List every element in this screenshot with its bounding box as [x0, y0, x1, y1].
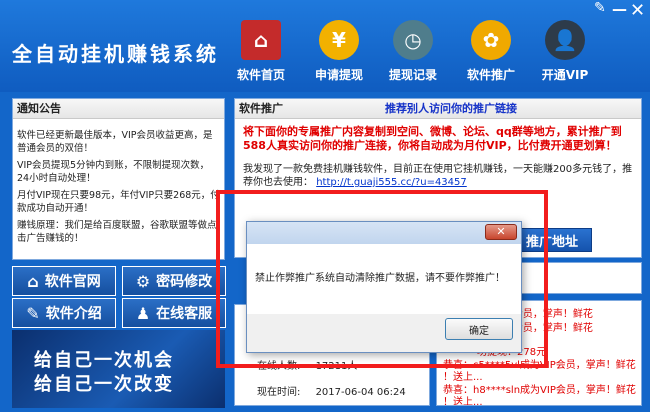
dialog-message: 禁止作弊推广系统自动清除推广数据，请不要作弊推广！ [247, 244, 521, 314]
promo-link[interactable]: http://t.guaji555.cc/?u=43457 [316, 177, 467, 188]
warning-dialog: ✕ 禁止作弊推广系统自动清除推广数据，请不要作弊推广！ 确定 [246, 221, 522, 353]
time-value: 2017-06-04 06:24 [315, 387, 406, 398]
time-label: 现在时间: [257, 387, 301, 398]
current-time-row: 现在时间: 2017-06-04 06:24 [257, 383, 406, 398]
title-bar: 全自动挂机赚钱系统 ✎ — ✕ ⌂ 软件首页 ¥ 申请提现 ◷ 提现记录 ✿ 软… [0, 0, 650, 92]
dialog-title-bar: ✕ [247, 222, 521, 244]
nav-vip-label: 开通VIP [541, 68, 589, 82]
nav-home[interactable]: ⌂ 软件首页 [228, 20, 294, 83]
house-icon: ⌂ [27, 271, 39, 291]
nav-withdraw[interactable]: ¥ 申请提现 [306, 20, 372, 83]
app-title: 全自动挂机赚钱系统 [12, 42, 219, 66]
introduction-label: 软件介绍 [45, 306, 102, 322]
flower-icon: ✿ [471, 20, 511, 60]
online-service-button[interactable]: ♟ 在线客服 [122, 298, 226, 328]
close-icon[interactable]: ✕ [630, 0, 645, 21]
gear-icon: ⚙ [135, 271, 151, 291]
user-icon: 👤 [545, 20, 585, 60]
notice-line: 赚钱原理：我们是给百度联盟，谷歌联盟等做点击广告赚钱的！ [17, 220, 217, 244]
notice-title: 通知公告 [13, 99, 224, 119]
slogan-banner[interactable]: 给自己一次机会 给自己一次改变 [12, 330, 225, 408]
notice-line: VIP会员提现5分钟内到账，不限制提现次数，24小时自动处理！ [17, 160, 210, 184]
nav-records[interactable]: ◷ 提现记录 [380, 20, 446, 83]
promo-heading: 推荐别人访问你的推广链接 [385, 102, 517, 115]
pen-icon[interactable]: ✎ [594, 0, 606, 16]
promo-instructions: 将下面你的专属推广内容复制到空间、微博、论坛、qq群等地方，累计推广到588人真… [243, 125, 622, 152]
tag-icon: ✎ [26, 303, 40, 323]
nav-promotion[interactable]: ✿ 软件推广 [458, 20, 524, 83]
nav-withdraw-label: 申请提现 [314, 68, 363, 82]
tab-promotion[interactable]: 软件推广 [239, 102, 283, 115]
minimize-button[interactable]: — [612, 0, 627, 18]
nav-records-label: 提现记录 [388, 68, 437, 82]
change-password-label: 密码修改 [156, 274, 213, 290]
introduction-button[interactable]: ✎ 软件介绍 [12, 298, 116, 328]
nav-promotion-label: 软件推广 [466, 68, 515, 82]
yen-icon: ¥ [319, 20, 359, 60]
person-icon: ♟ [135, 303, 151, 323]
main-window: 全自动挂机赚钱系统 ✎ — ✕ ⌂ 软件首页 ¥ 申请提现 ◷ 提现记录 ✿ 软… [0, 0, 650, 412]
banner-line-2: 给自己一次改变 [34, 374, 174, 395]
official-site-label: 软件官网 [44, 274, 101, 290]
banner-line-1: 给自己一次机会 [34, 350, 174, 371]
change-password-button[interactable]: ⚙ 密码修改 [122, 266, 226, 296]
official-site-button[interactable]: ⌂ 软件官网 [12, 266, 116, 296]
notice-panel: 通知公告 软件已经更新最佳版本，VIP会员收益更高，是普通会员的双倍！ VIP会… [12, 98, 225, 260]
promo-header: 软件推广 推荐别人访问你的推广链接 [235, 99, 641, 119]
online-service-label: 在线客服 [156, 306, 213, 322]
dialog-close-button[interactable]: ✕ [485, 224, 517, 240]
share-text-block[interactable]: 我发现了一款免费挂机赚钱软件，目前正在使用它挂机赚钱，一天能赚200多元钱了，推… [235, 153, 641, 189]
notice-line: 软件已经更新最佳版本，VIP会员收益更高，是普通会员的双倍！ [17, 130, 213, 154]
clock-icon: ◷ [393, 20, 433, 60]
dialog-ok-button[interactable]: 确定 [445, 318, 513, 340]
home-icon: ⌂ [241, 20, 281, 60]
nav-home-label: 软件首页 [236, 68, 285, 82]
nav-vip[interactable]: 👤 开通VIP [532, 20, 598, 83]
notice-line: 月付VIP现在只要98元，年付VIP只要268元，付款成功自动开通！ [17, 190, 220, 214]
close-icon: ✕ [496, 225, 506, 238]
ticker-line: ！送上... [443, 397, 483, 406]
